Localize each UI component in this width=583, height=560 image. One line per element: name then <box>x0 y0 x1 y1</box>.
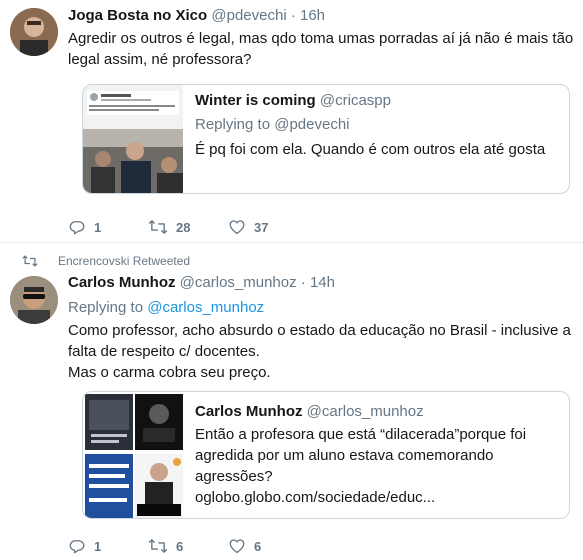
quoted-tweet[interactable]: Winter is coming @cricaspp Replying to @… <box>82 84 570 194</box>
reply-count: 1 <box>94 538 102 554</box>
reply-icon <box>69 540 85 554</box>
display-name[interactable]: Carlos Munhoz <box>68 274 176 291</box>
retweet-banner: Encrencovski Retweeted <box>22 254 190 268</box>
quoted-tweet-header: Carlos Munhoz @carlos_munhoz <box>195 402 424 422</box>
quoted-user-handle: @carlos_munhoz <box>306 403 424 420</box>
avatar[interactable] <box>10 8 58 56</box>
reply-count: 1 <box>94 219 102 235</box>
reply-button[interactable]: 1 <box>68 537 148 555</box>
replying-label: Replying to <box>68 299 144 316</box>
reply-icon <box>69 221 85 235</box>
like-icon <box>229 220 245 235</box>
quoted-replying-to: Replying to @pdevechi <box>195 115 350 135</box>
tweet-actions: 1 6 6 <box>68 537 308 555</box>
like-count: 6 <box>254 538 262 554</box>
replying-handle: @pdevechi <box>274 116 350 133</box>
separator-dot: · <box>290 7 296 24</box>
timestamp[interactable]: 14h <box>310 274 335 291</box>
retweet-button[interactable]: 28 <box>148 218 228 236</box>
user-handle[interactable]: @carlos_munhoz <box>180 274 297 291</box>
tweet-text: Agredir os outros é legal, mas qdo toma … <box>68 30 574 68</box>
tweet-text-line: Como professor, acho absurdo o estado da… <box>68 322 571 360</box>
like-button[interactable]: 6 <box>228 537 308 555</box>
quoted-tweet-header: Winter is coming @cricaspp <box>195 91 391 111</box>
tweet-text-line: Mas o carma cobra seu preço. <box>68 364 271 381</box>
separator-dot: · <box>300 274 306 291</box>
replying-handle-link[interactable]: @carlos_munhoz <box>147 299 264 316</box>
retweet-icon <box>148 220 168 234</box>
tweet-text: Como professor, acho absurdo o estado da… <box>68 320 578 383</box>
retweet-icon <box>148 539 168 553</box>
quoted-user-handle: @cricaspp <box>319 92 391 109</box>
quoted-display-name: Winter is coming <box>195 92 316 109</box>
quoted-text-body: Então a profesora que está “dilacerada”p… <box>195 426 527 485</box>
like-icon <box>229 539 245 554</box>
replying-to: Replying to @carlos_munhoz <box>68 298 264 318</box>
tweet-header: Carlos Munhoz @carlos_munhoz · 14h <box>68 273 335 293</box>
quoted-link: oglobo.globo.com/sociedade/educ... <box>195 489 436 506</box>
avatar[interactable] <box>10 276 58 324</box>
like-button[interactable]: 37 <box>228 218 308 236</box>
quoted-tweet-image <box>83 392 185 518</box>
retweet-button[interactable]: 6 <box>148 537 228 555</box>
reply-button[interactable]: 1 <box>68 218 148 236</box>
quoted-tweet-text: Então a profesora que está “dilacerada”p… <box>195 424 565 508</box>
quoted-display-name: Carlos Munhoz <box>195 403 303 420</box>
tweet-1[interactable]: Joga Bosta no Xico @pdevechi · 16h Agred… <box>0 0 583 243</box>
quoted-tweet-text: É pq foi com ela. Quando é com outros el… <box>195 141 546 158</box>
retweet-count: 6 <box>176 538 184 554</box>
tweet-actions: 1 28 37 <box>68 218 308 236</box>
quoted-tweet-image <box>83 85 183 193</box>
timestamp[interactable]: 16h <box>300 7 325 24</box>
display-name[interactable]: Joga Bosta no Xico <box>68 7 207 24</box>
retweet-count: 28 <box>176 219 191 235</box>
tweet-2[interactable]: Encrencovski Retweeted Carlos Munhoz @ca… <box>0 244 583 560</box>
like-count: 37 <box>254 219 269 235</box>
retweeted-icon <box>22 255 38 267</box>
user-handle[interactable]: @pdevechi <box>211 7 286 24</box>
retweeted-by[interactable]: Encrencovski Retweeted <box>58 254 190 268</box>
quoted-tweet[interactable]: Carlos Munhoz @carlos_munhoz Então a pro… <box>82 391 570 519</box>
tweet-header: Joga Bosta no Xico @pdevechi · 16h <box>68 6 325 26</box>
replying-label: Replying to <box>195 116 271 133</box>
